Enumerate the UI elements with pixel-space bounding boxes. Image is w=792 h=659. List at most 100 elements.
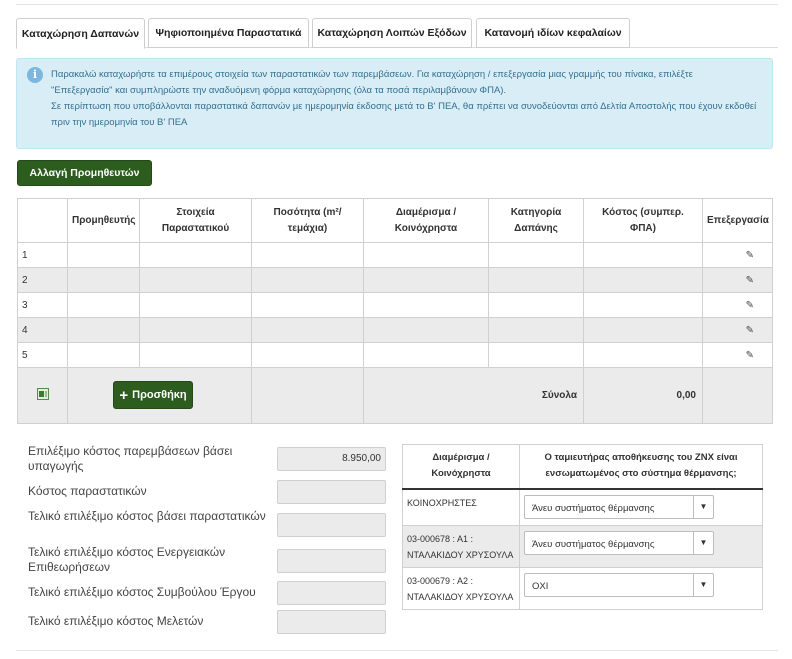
header-document-line1: Στοιχεία <box>176 206 215 218</box>
heating-row: 03-000679 : Α2 : ΝΤΑΛΑΚΙΔΟΥ ΧΡΥΣΟΥΛΑ ΟΧΙ … <box>402 567 763 610</box>
header-document-line2: Παραστατικού <box>161 222 230 234</box>
heating-header-row: Διαμέρισμα / Κοινόχρηστα Ο ταμιευτήρας απ… <box>402 444 763 490</box>
heating-select[interactable]: Άνευ συστήματος θέρμανσης ▼ <box>524 531 714 555</box>
tab-bar: Καταχώρηση Δαπανών Ψηφιοποιημένα Παραστα… <box>16 18 778 49</box>
row-index: 3 <box>17 292 68 318</box>
pencil-icon[interactable]: ✎ <box>746 325 754 336</box>
header-category-line1: Κατηγορία <box>510 206 562 218</box>
info-line-4: πριν την ημερομηνία του Β' ΠΕΑ <box>51 117 188 128</box>
header-apartment-line2: Κοινόχρηστα <box>394 222 458 234</box>
pencil-icon[interactable]: ✎ <box>746 275 754 286</box>
row-index: 2 <box>17 267 68 293</box>
heating-unit: 03-000678 : Α1 : ΝΤΑΛΑΚΙΔΟΥ ΧΡΥΣΟΥΛΑ <box>402 525 520 568</box>
label-final-studies: Τελικό επιλέξιμο κόστος Μελετών <box>28 614 204 628</box>
pencil-icon[interactable]: ✎ <box>746 250 754 261</box>
cell-cost <box>583 242 703 268</box>
cell-edit: ✎ <box>702 317 773 343</box>
cell-quantity <box>251 317 364 343</box>
heating-table: Διαμέρισμα / Κοινόχρηστα Ο ταμιευτήρας απ… <box>402 444 763 610</box>
chevron-down-icon: ▼ <box>693 495 713 518</box>
tab-other-expenses[interactable]: Καταχώρηση Λοιπών Εξόδων <box>312 18 472 48</box>
cell-quantity <box>251 242 364 268</box>
field-final-studies <box>277 610 386 634</box>
label-final-by-documents: Τελικό επιλέξιμο κόστος βάσει παραστατικ… <box>28 509 266 523</box>
table-row: 4 ✎ <box>17 317 773 343</box>
cell-cost <box>583 317 703 343</box>
heating-select-cell: Άνευ συστήματος θέρμανσης ▼ <box>519 525 763 568</box>
pencil-icon[interactable]: ✎ <box>746 350 754 361</box>
row-index: 4 <box>17 317 68 343</box>
excel-export-icon[interactable] <box>36 388 49 400</box>
change-suppliers-button[interactable]: Αλλαγή Προμηθευτών <box>17 160 152 186</box>
table-row: 5 ✎ <box>17 342 773 368</box>
header-quantity: Ποσότητα (m²/τεμάχια) <box>251 198 364 243</box>
cell-category <box>488 292 584 318</box>
label-final-energy: Τελικό επιλέξιμο κόστος Ενεργειακών Επιθ… <box>28 545 226 574</box>
table-row: 2 ✎ <box>17 267 773 293</box>
tab-own-funds[interactable]: Κατανομή ιδίων κεφαλαίων <box>476 18 630 48</box>
info-line-3: Σε περίπτωση που υποβάλλονται παραστατικ… <box>51 101 757 112</box>
heating-select-cell: ΟΧΙ ▼ <box>519 567 763 610</box>
heating-header-unit-line2: Κοινόχρηστα <box>431 468 491 480</box>
top-divider <box>16 4 778 5</box>
heating-select[interactable]: ΟΧΙ ▼ <box>524 573 714 597</box>
bottom-divider <box>16 650 778 651</box>
cell-edit: ✎ <box>702 292 773 318</box>
row-index: 1 <box>17 242 68 268</box>
field-final-by-documents <box>277 513 386 537</box>
cell-edit: ✎ <box>702 242 773 268</box>
cell-apartment <box>363 342 489 368</box>
cell-edit: ✎ <box>702 342 773 368</box>
heating-unit: ΚΟΙΝΟΧΡΗΣΤΕΣ <box>402 488 520 526</box>
header-edit: Επεξεργασία <box>702 198 773 243</box>
cell-quantity <box>251 342 364 368</box>
header-cost: Κόστος (συμπερ. ΦΠΑ) <box>583 198 703 243</box>
cell-document <box>139 342 252 368</box>
header-cost-line1: Κόστος (συμπερ. <box>602 206 684 218</box>
table-row: 1 ✎ <box>17 242 773 268</box>
info-line-1: Παρακαλώ καταχωρήστε τα επιμέρους στοιχε… <box>51 69 693 80</box>
chevron-down-icon: ▼ <box>693 532 713 554</box>
pencil-icon[interactable]: ✎ <box>746 300 754 311</box>
label-eligible-by-productivity: Επιλέξιμο κόστος παρεμβάσεων βάσει υπαγω… <box>28 444 233 473</box>
header-document: Στοιχεία Παραστατικού <box>139 198 252 243</box>
cell-supplier <box>67 342 140 368</box>
heating-header-question: Ο ταμιευτήρας αποθήκευσης του ΖΝΧ είναι ε… <box>519 444 763 490</box>
cell-supplier <box>67 267 140 293</box>
cell-edit: ✎ <box>702 267 773 293</box>
header-index <box>17 198 68 243</box>
tab-digitized-documents[interactable]: Ψηφιοποιημένα Παραστατικά <box>148 18 309 48</box>
cell-category <box>488 342 584 368</box>
add-button[interactable]: + Προσθήκη <box>113 381 193 409</box>
heating-unit-line2: ΝΤΑΛΑΚΙΔΟΥ ΧΡΥΣΟΥΛΑ <box>407 592 514 602</box>
tab-expense-entry[interactable]: Καταχώρηση Δαπανών <box>16 18 145 49</box>
cell-apartment <box>363 292 489 318</box>
cell-empty <box>251 367 364 424</box>
cell-supplier <box>67 242 140 268</box>
heating-select[interactable]: Άνευ συστήματος θέρμανσης ▼ <box>524 494 714 519</box>
cell-empty <box>702 367 773 424</box>
header-quantity-line2: τεμάχια) <box>287 222 328 234</box>
table-header-row: Προμηθευτής Στοιχεία Παραστατικού Ποσότητ… <box>17 198 773 243</box>
row-index: 5 <box>17 342 68 368</box>
cell-document <box>139 292 252 318</box>
heating-header-unit: Διαμέρισμα / Κοινόχρηστα <box>402 444 520 490</box>
heating-row: 03-000678 : Α1 : ΝΤΑΛΑΚΙΔΟΥ ΧΡΥΣΟΥΛΑ Άνευ… <box>402 525 763 568</box>
cell-cost <box>583 292 703 318</box>
heating-unit-line1: 03-000678 : Α1 : <box>407 534 474 544</box>
info-line-2: "Επεξεργασία" και συμπληρώστε την αναδυό… <box>51 85 507 96</box>
header-category-line2: Δαπάνης <box>514 222 558 234</box>
field-documents-cost <box>277 480 386 504</box>
field-final-energy <box>277 549 386 573</box>
header-cost-line2: ΦΠΑ) <box>630 222 656 234</box>
heating-row: ΚΟΙΝΟΧΡΗΣΤΕΣ Άνευ συστήματος θέρμανσης ▼ <box>402 488 763 526</box>
field-final-consultant <box>277 581 386 605</box>
header-apartment-line1: Διαμέρισμα / <box>395 206 457 218</box>
heating-header-question-line1: Ο ταμιευτήρας αποθήκευσης του ΖΝΧ είναι <box>544 452 738 464</box>
cell-excel <box>17 367 68 424</box>
cell-category <box>488 317 584 343</box>
totals-row: + Προσθήκη Σύνολα 0,00 <box>17 367 773 424</box>
cell-cost <box>583 342 703 368</box>
cell-document <box>139 317 252 343</box>
label-final-consultant: Τελικό επιλέξιμο κόστος Συμβούλου Έργου <box>28 585 256 599</box>
